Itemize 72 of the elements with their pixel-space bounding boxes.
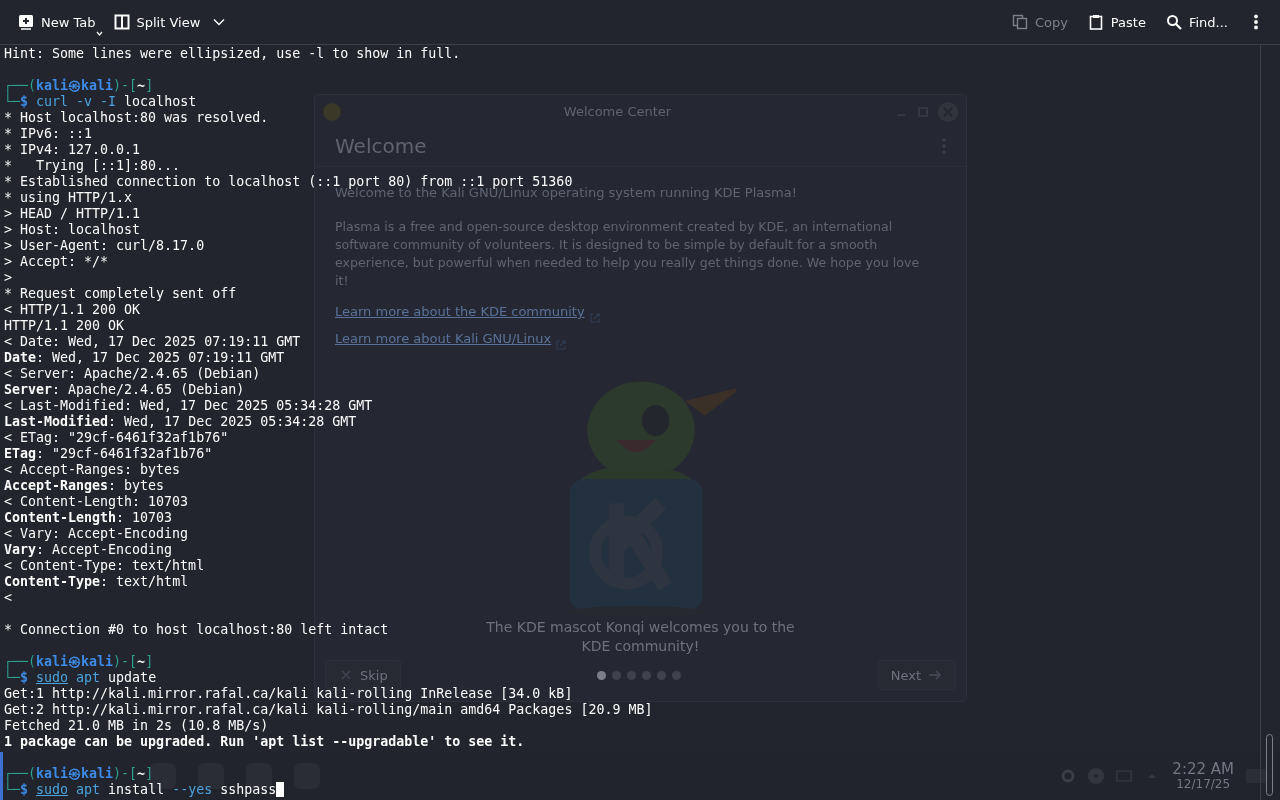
prompt-marker [0,752,3,800]
new-tab-button[interactable]: New Tab [12,8,102,36]
terminal-line: < ETag: "29cf-6461f32af1b76" [4,430,229,446]
terminal-line: Date: Wed, 17 Dec 2025 07:19:11 GMT [4,350,285,366]
terminal-line: > User-Agent: curl/8.17.0 [4,238,205,254]
terminal-line: > [4,270,12,286]
terminal-line: Get:2 http://kali.mirror.rafal.ca/kali kali-rolling/main amd64 Packages [20.9 MB] [4,702,653,718]
terminal-line: > HEAD / HTTP/1.1 [4,206,141,222]
terminal-line: Last-Modified: Wed, 17 Dec 2025 05:34:28 GMT [4,414,357,430]
terminal-line: ┌──(kali㉿kali)-[~] [4,78,154,94]
terminal-line: * IPv6: ::1 [4,126,93,142]
page-dot[interactable] [627,670,637,680]
chevron-down-icon [213,18,226,26]
plus-icon [18,14,34,30]
terminal-line: HTTP/1.1 200 OK [4,318,125,334]
copy-icon [1011,14,1028,30]
caret-icon [95,31,103,36]
terminal-line: ETag: "29cf-6461f32af1b76" [4,446,213,462]
search-icon [1165,14,1182,30]
link[interactable]: Learn more about the KDE community [335,304,585,320]
terminal-line: Vary: Accept-Encoding [4,542,173,558]
external-link-icon [588,311,601,324]
description-text: Plasma is a free and open-source desktop environment created by KDE, an international software community of volunteers. It is designed to be simple by default for a smooth experience, but powerful when needed to help you really get things done. We hope you love it! [335,218,921,291]
link[interactable]: Learn more about Kali GNU/Linux [335,331,552,347]
terminal-line: Content-Length: 10703 [4,510,173,526]
clock-date[interactable]: 12/17/25 [1176,777,1231,791]
find-button[interactable]: Find... [1159,8,1234,36]
terminal-line: Accept-Ranges: bytes [4,478,165,494]
terminal-line: Content-Type: text/html [4,574,189,590]
terminal-line: Hint: Some lines were ellipsized, use -l to show in full. [4,46,461,62]
clipboard-icon [1087,14,1104,30]
terminal-line: < Date: Wed, 17 Dec 2025 07:19:11 GMT [4,334,301,350]
scrollbar-thumb[interactable] [1266,734,1273,796]
page-dot[interactable] [657,670,667,680]
caption-text: The KDE mascot Konqi welcomes you to the KDE community! [485,617,796,656]
terminal-line: 1 package can be upgraded. Run 'apt list --upgradable' to see it. [4,734,525,750]
terminal-line: └─$ curl -v -I localhost [4,94,197,110]
terminal-line: └─$ sudo apt install --yes sshpass [4,782,285,798]
terminal-line: * Trying [::1]:80... [4,158,181,174]
terminal-line: * Connection #0 to host localhost:80 left intact [4,622,389,638]
terminal-line: Server: Apache/2.4.65 (Debian) [4,382,245,398]
show-desktop-button[interactable] [1246,769,1266,783]
terminal-line: * IPv4: 127.0.0.1 [4,142,141,158]
terminal-line: < HTTP/1.1 200 OK [4,302,141,318]
terminal-line: Fetched 21.0 MB in 2s (10.8 MB/s) [4,718,269,734]
terminal-line: * Request completely sent off [4,286,237,302]
external-link-icon [555,338,568,351]
split-view-button[interactable]: Split View [107,8,232,36]
terminal-line: < Last-Modified: Wed, 17 Dec 2025 05:34:28 GMT [4,398,373,414]
terminal-line: └─$ sudo apt update [4,670,157,686]
terminal-line: ┌──(kali㉿kali)-[~] [4,766,154,782]
terminal-line: > Host: localhost [4,222,141,238]
terminal-line: < Server: Apache/2.4.65 (Debian) [4,366,261,382]
clock-time[interactable]: 2:22 AM [1172,761,1234,777]
page-dot[interactable] [672,670,682,680]
page-dot[interactable] [597,670,607,680]
terminal-line: > Accept: */* [4,254,109,270]
terminal-line: < Content-Length: 10703 [4,494,189,510]
terminal-line: < [4,590,12,606]
page-dot[interactable] [642,670,652,680]
terminal-line: < Content-Type: text/html [4,558,205,574]
terminal-line: < Vary: Accept-Encoding [4,526,189,542]
page-dot[interactable] [612,670,622,680]
split-view-icon [113,14,130,30]
window-title: Welcome Center [562,104,673,120]
terminal-line: ┌──(kali㉿kali)-[~] [4,654,154,670]
terminal-line: * Host localhost:80 was resolved. [4,110,269,126]
terminal-line: * using HTTP/1.x [4,190,133,206]
paste-button[interactable]: Paste [1081,8,1152,36]
page-heading: Welcome [335,134,427,159]
terminal-line: < Accept-Ranges: bytes [4,462,181,478]
next-button[interactable]: Next [877,660,956,691]
